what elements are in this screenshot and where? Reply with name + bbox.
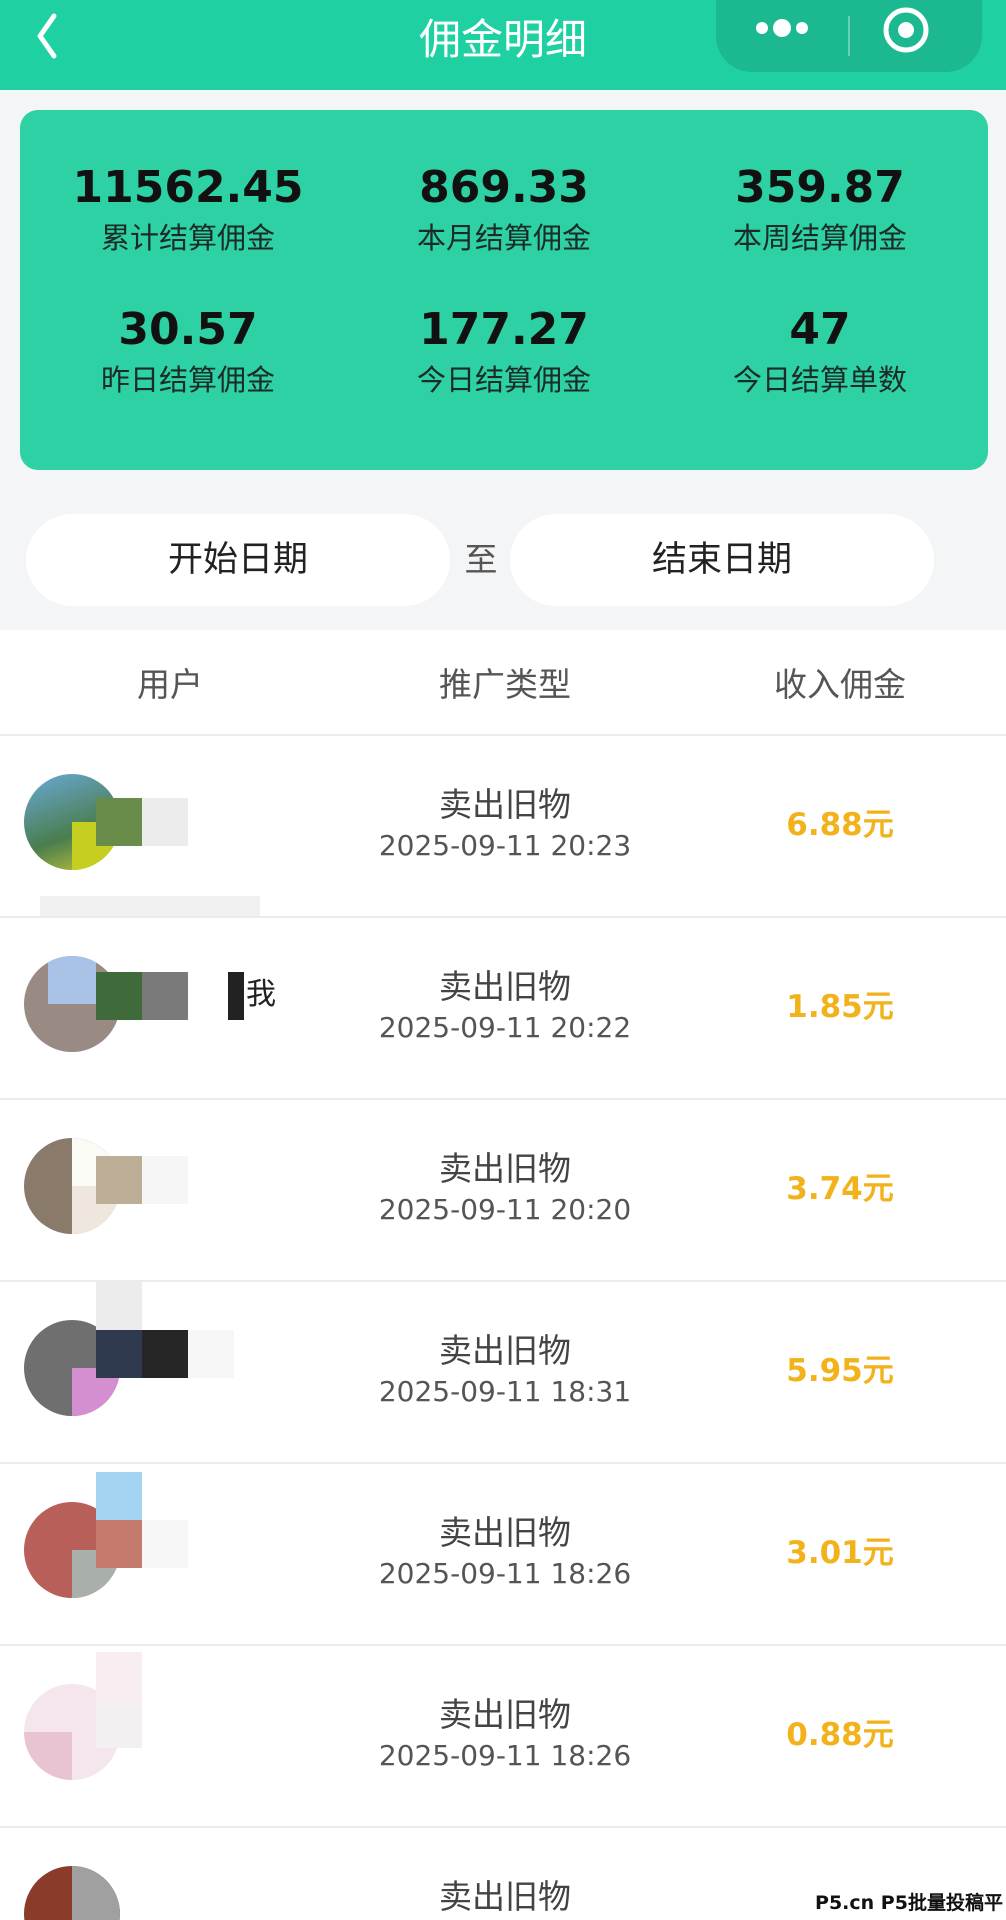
table-row[interactable]: 卖出旧物 2025-09-11 18:26 3.01元: [0, 1462, 1006, 1644]
order-time: 2025-09-11 20:22: [378, 1011, 632, 1044]
privacy-mosaic: [96, 1652, 142, 1700]
stat-label: 本周结算佣金: [732, 221, 907, 255]
table-row[interactable]: 卖出旧物 2025-09-11 18:26 0.88元: [0, 1644, 1006, 1826]
table-row[interactable]: 卖出旧物 2025-09-11 20:23 6.88元: [0, 734, 1006, 916]
privacy-mosaic: [96, 1156, 142, 1204]
avatar: [24, 1866, 120, 1920]
privacy-mosaic: [96, 972, 142, 1020]
promo-type: 卖出旧物: [439, 1695, 571, 1734]
privacy-mosaic: [96, 1282, 142, 1330]
table-row[interactable]: 卖出旧物 2025-09-11 18:31 5.95元: [0, 1280, 1006, 1462]
stat-week: 359.87 本周结算佣金: [670, 160, 970, 258]
stat-today-orders: 47 今日结算单数: [670, 302, 970, 400]
privacy-mosaic: [96, 1472, 142, 1520]
mini-program-capsule: [716, 0, 982, 72]
order-time: 2025-09-11 18:31: [378, 1375, 632, 1408]
user-name-fragment: 我: [246, 977, 276, 1012]
stat-label: 本月结算佣金: [416, 221, 591, 255]
close-miniprogram-button[interactable]: [850, 0, 982, 72]
stat-month: 869.33 本月结算佣金: [354, 160, 654, 258]
watermark: P5.cn P5批量投稿平台: [812, 1886, 1006, 1920]
stat-today: 177.27 今日结算佣金: [354, 302, 654, 400]
privacy-mosaic: [96, 1700, 142, 1748]
more-dots-icon: [756, 19, 808, 37]
privacy-mosaic: [142, 1520, 188, 1568]
privacy-mosaic: [96, 1330, 142, 1378]
commission-table: 用户 推广类型 收入佣金 卖出旧物 2025-09-11 20:23 6.88元…: [0, 630, 1006, 1920]
order-time: 2025-09-11 18:26: [378, 1557, 632, 1590]
stat-value: 30.57: [118, 304, 258, 355]
commission-amount: 5.95元: [786, 1353, 894, 1389]
privacy-mosaic: [142, 1330, 188, 1378]
commission-stats-card: 11562.45 累计结算佣金 869.33 本月结算佣金 359.87 本周结…: [20, 110, 988, 470]
privacy-mosaic: [142, 1156, 188, 1204]
promo-type: 卖出旧物: [439, 1877, 571, 1916]
table-row[interactable]: 我 卖出旧物 2025-09-11 20:22 1.85元: [0, 916, 1006, 1098]
promo-type: 卖出旧物: [439, 1331, 571, 1370]
stat-value: 177.27: [419, 304, 589, 355]
stat-total: 11562.45 累计结算佣金: [38, 160, 338, 258]
commission-amount: 3.01元: [786, 1535, 894, 1571]
stat-label: 昨日结算佣金: [100, 363, 275, 397]
privacy-mosaic: [188, 1330, 234, 1378]
privacy-mosaic: [40, 896, 260, 916]
header-promo-type: 推广类型: [439, 665, 571, 704]
privacy-mosaic: [142, 972, 188, 1020]
target-circle-icon: [883, 7, 929, 53]
commission-amount: 1.85元: [786, 989, 894, 1025]
privacy-mosaic: [142, 798, 188, 846]
more-button[interactable]: [716, 0, 848, 72]
order-time: 2025-09-11 18:26: [378, 1739, 632, 1772]
table-row[interactable]: 卖出旧物 2025-09-11 20:20 3.74元: [0, 1098, 1006, 1280]
commission-amount: 3.74元: [786, 1171, 894, 1207]
stat-value: 47: [789, 304, 851, 355]
commission-amount: 0.88元: [786, 1717, 894, 1753]
header-user: 用户: [137, 665, 203, 704]
privacy-mosaic: [96, 1520, 142, 1568]
start-date-picker[interactable]: 开始日期: [26, 514, 450, 606]
navbar: 佣金明细: [0, 0, 1006, 90]
stat-label: 今日结算佣金: [416, 363, 591, 397]
stat-value: 869.33: [419, 162, 589, 213]
stat-value: 359.87: [735, 162, 905, 213]
end-date-picker[interactable]: 结束日期: [510, 514, 934, 606]
privacy-mosaic: [228, 972, 244, 1020]
stat-yesterday: 30.57 昨日结算佣金: [38, 302, 338, 400]
privacy-mosaic: [96, 798, 142, 846]
promo-type: 卖出旧物: [439, 785, 571, 824]
commission-amount: 6.88元: [786, 807, 894, 843]
promo-type: 卖出旧物: [439, 1149, 571, 1188]
stat-value: 11562.45: [72, 162, 304, 213]
stat-label: 累计结算佣金: [100, 221, 275, 255]
order-time: 2025-09-11 20:23: [378, 829, 632, 862]
promo-type: 卖出旧物: [439, 967, 571, 1006]
order-time: 2025-09-11 20:20: [378, 1193, 632, 1226]
header-commission: 收入佣金: [774, 665, 906, 704]
date-separator: 至: [464, 540, 498, 579]
promo-type: 卖出旧物: [439, 1513, 571, 1552]
stat-label: 今日结算单数: [732, 363, 907, 397]
